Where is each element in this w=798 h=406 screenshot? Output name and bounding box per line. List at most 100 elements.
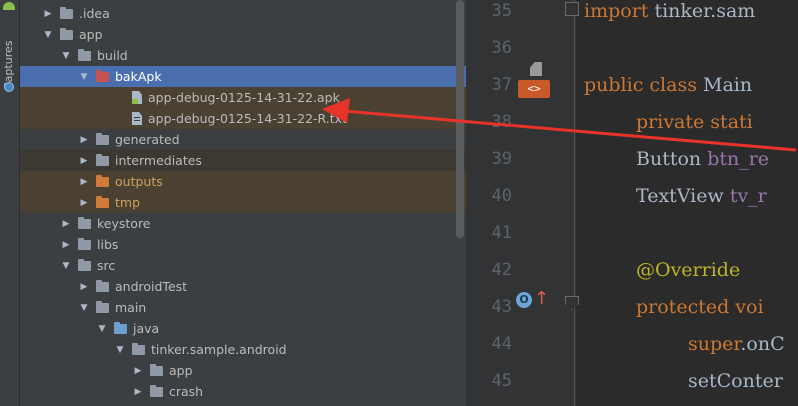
tree-row-label: main	[115, 300, 147, 315]
tree-row[interactable]: ▼ src	[20, 255, 466, 276]
expand-arrow-right-icon[interactable]: ▶	[78, 176, 90, 188]
tree-row-label: tinker.sample.android	[151, 342, 287, 357]
expand-arrow-down-icon[interactable]: ▼	[42, 29, 54, 41]
tree-row[interactable]: ▶ outputs	[20, 171, 466, 192]
fold-marker-icon[interactable]	[565, 2, 579, 16]
expand-arrow-down-icon[interactable]: ▼	[96, 323, 108, 335]
expand-arrow-right-icon[interactable]: ▶	[42, 8, 54, 20]
folder-icon	[96, 174, 109, 187]
expand-arrow-right-icon[interactable]: ▶	[60, 239, 72, 251]
tree-row-label: outputs	[115, 174, 163, 189]
captures-tool-button[interactable]: Captures	[2, 30, 16, 90]
tree-row-label: keystore	[97, 216, 151, 231]
tree-row[interactable]: ▶ crash	[20, 381, 466, 402]
folder-icon	[96, 69, 109, 82]
tree-row[interactable]: app-debug-0125-14-31-22-R.txt	[20, 108, 466, 129]
expand-arrow-right-icon[interactable]: ▶	[132, 386, 144, 398]
gutter-divider	[574, 0, 575, 406]
tree-row-label: app-debug-0125-14-31-22.apk	[148, 90, 340, 105]
line-number: 37	[491, 75, 512, 95]
tree-row[interactable]: ▶ libs	[20, 234, 466, 255]
package-icon	[132, 342, 145, 355]
ide-window: Captures ▶ .idea ▼ app ▼ build ▼ bakApk app-debu…	[0, 0, 798, 406]
left-tool-strip: Captures	[0, 0, 20, 406]
line-number: 41	[491, 223, 512, 243]
expand-arrow-right-icon[interactable]: ▶	[60, 218, 72, 230]
tree-row[interactable]: ▼ tinker.sample.android	[20, 339, 466, 360]
tree-row-label: crash	[169, 384, 204, 399]
tree-row[interactable]: ▶ intermediates	[20, 150, 466, 171]
package-icon	[150, 363, 163, 376]
folder-icon	[60, 6, 73, 19]
source-folder-icon	[114, 321, 127, 334]
code-line[interactable]: import tinker.sam	[584, 0, 755, 23]
code-line[interactable]: super.onC	[688, 332, 785, 356]
override-marker-icon[interactable]: O	[516, 292, 532, 308]
code-line[interactable]: protected voi	[636, 295, 764, 319]
up-arrow-icon[interactable]: ↑	[534, 288, 549, 312]
line-number: 40	[491, 186, 512, 206]
code-token: .onC	[740, 333, 785, 355]
tree-row[interactable]: ▼ main	[20, 297, 466, 318]
expand-arrow-down-icon[interactable]: ▼	[114, 344, 126, 356]
line-number: 43	[491, 297, 512, 317]
folder-icon	[60, 27, 73, 40]
expand-arrow-right-icon[interactable]: ▶	[78, 281, 90, 293]
code-line[interactable]: Button btn_re	[636, 147, 769, 171]
tree-scrollbar[interactable]	[456, 0, 464, 238]
line-number: 35	[491, 1, 512, 21]
code-token: Button	[636, 148, 708, 170]
tree-row-label: app	[79, 27, 103, 42]
folder-icon	[96, 279, 109, 292]
tree-row[interactable]: ▼ app	[20, 24, 466, 45]
tree-row[interactable]: ▶ .idea	[20, 3, 466, 24]
android-icon[interactable]	[3, 2, 15, 10]
tree-row[interactable]: ▶ generated	[20, 129, 466, 150]
tree-row[interactable]: ▼ build	[20, 45, 466, 66]
line-number: 42	[491, 260, 512, 280]
expand-arrow-right-icon[interactable]: ▶	[78, 155, 90, 167]
tree-row[interactable]: ▶ androidTest	[20, 276, 466, 297]
text-file-icon	[132, 112, 142, 125]
folder-icon	[78, 216, 91, 229]
line-number: 36	[491, 38, 512, 58]
tree-row[interactable]: ▶ keystore	[20, 213, 466, 234]
expand-arrow-down-icon[interactable]: ▼	[78, 302, 90, 314]
tree-row[interactable]: ▶ app	[20, 360, 466, 381]
folder-icon	[96, 132, 109, 145]
folder-icon	[96, 300, 109, 313]
tree-row-label: generated	[115, 132, 180, 147]
tree-row-label: build	[97, 48, 128, 63]
keyword-token: public class	[584, 74, 697, 96]
tree-row-label: java	[133, 321, 160, 336]
expand-arrow-right-icon[interactable]: ▶	[78, 134, 90, 146]
folder-icon	[78, 237, 91, 250]
keyword-token: private stati	[636, 111, 753, 133]
captures-icon[interactable]	[4, 82, 14, 92]
apk-file-icon	[132, 91, 142, 104]
keyword-token: protected voi	[636, 296, 764, 318]
field-token: btn_re	[707, 148, 770, 170]
tree-row[interactable]: ▼ java	[20, 318, 466, 339]
tree-row-label: app	[169, 363, 193, 378]
expand-arrow-down-icon[interactable]: ▼	[60, 50, 72, 62]
expand-arrow-right-icon[interactable]: ▶	[78, 197, 90, 209]
tree-row-label: bakApk	[115, 69, 162, 84]
xml-tag-icon: <>	[518, 80, 550, 98]
code-line[interactable]: TextView tv_r	[636, 184, 767, 208]
code-editor[interactable]: 35 36 37 38 39 40 41 42 43 44 45 import tinker.sam…	[466, 0, 798, 406]
tree-row[interactable]: ▼ bakApk	[20, 66, 466, 87]
code-line[interactable]: setConter	[688, 369, 783, 393]
code-line[interactable]: @Override	[636, 258, 740, 282]
code-line[interactable]: public class Main	[584, 73, 752, 97]
layout-gutter-icon[interactable]: <>	[516, 62, 552, 100]
folder-icon	[78, 258, 91, 271]
tree-row[interactable]: app-debug-0125-14-31-22.apk	[20, 87, 466, 108]
tree-row[interactable]: ▶ tmp	[20, 192, 466, 213]
expand-arrow-down-icon[interactable]: ▼	[78, 71, 90, 83]
line-number: 38	[491, 112, 512, 132]
code-token: Main	[696, 74, 753, 96]
expand-arrow-right-icon[interactable]: ▶	[132, 365, 144, 377]
expand-arrow-down-icon[interactable]: ▼	[60, 260, 72, 272]
code-line[interactable]: private stati	[636, 110, 753, 134]
